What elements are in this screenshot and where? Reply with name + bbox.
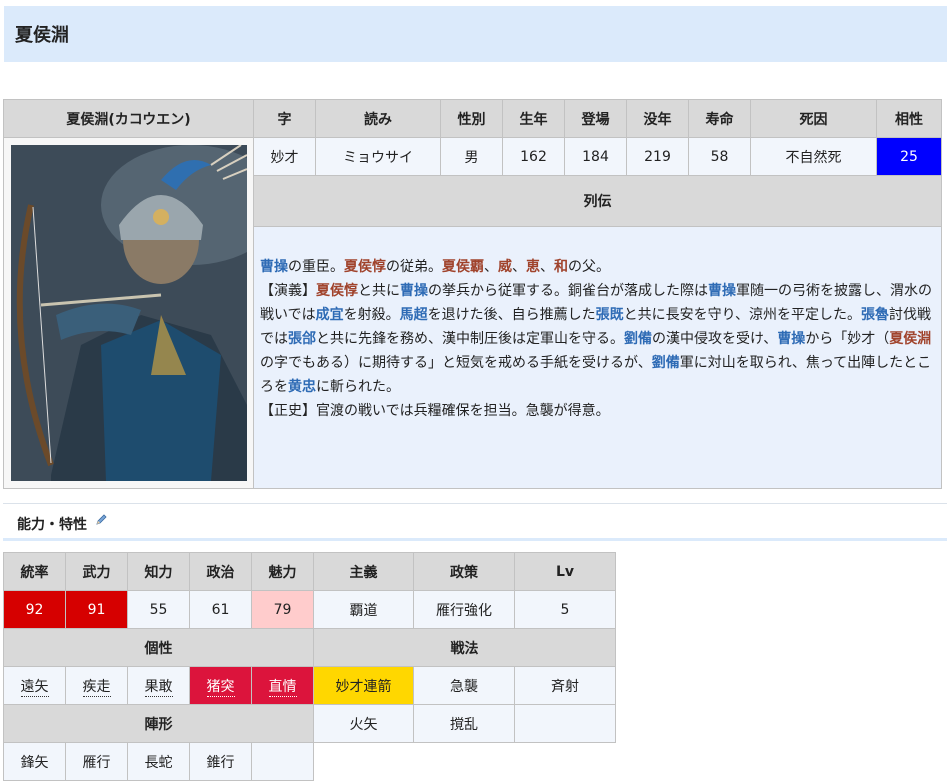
ideology-value: 覇道 xyxy=(313,590,414,629)
header-birth: 生年 xyxy=(502,99,565,138)
header-charisma: 魅力 xyxy=(251,552,314,591)
page-title: 夏侯淵 xyxy=(4,6,947,62)
gender-value: 男 xyxy=(440,137,503,176)
link-xiahou-dun[interactable]: 夏侯惇 xyxy=(344,259,386,275)
tactics-header: 戦法 xyxy=(313,628,616,667)
link-xiahou-yuan[interactable]: 夏侯淵 xyxy=(889,331,931,347)
intelligence-value: 55 xyxy=(127,590,190,629)
link-hui[interactable]: 恵 xyxy=(526,259,540,275)
portrait-image xyxy=(11,145,247,481)
traits-header: 個性 xyxy=(3,628,314,667)
cause-value: 不自然死 xyxy=(750,137,877,176)
header-azana: 字 xyxy=(253,99,316,138)
charisma-value: 79 xyxy=(251,590,314,629)
header-death: 没年 xyxy=(626,99,689,138)
link-zhang-lu[interactable]: 張魯 xyxy=(861,307,889,323)
header-lifespan: 寿命 xyxy=(688,99,751,138)
link-liu-bei[interactable]: 劉備 xyxy=(624,331,652,347)
link-cao-cao-4[interactable]: 曹操 xyxy=(777,331,805,347)
bio-line-1: 曹操の重臣。夏侯惇の従弟。夏侯覇、威、恵、和の父。 xyxy=(260,259,610,275)
header-politics: 政治 xyxy=(189,552,252,591)
link-xiahou-dun-2[interactable]: 夏侯惇 xyxy=(316,283,358,299)
reading-value: ミョウサイ xyxy=(315,137,441,176)
tactic-4: 火矢 xyxy=(313,704,414,743)
header-intelligence: 知力 xyxy=(127,552,190,591)
header-policy: 政策 xyxy=(413,552,515,591)
formation-empty xyxy=(251,742,314,781)
portrait-cell xyxy=(3,137,254,489)
formation-3: 長蛇 xyxy=(127,742,190,781)
profile-table: 夏侯淵(カコウエン) 字 読み 性別 生年 登場 没年 寿命 死因 相性 妙才 … xyxy=(3,99,942,489)
stats-table: 統率 武力 知力 政治 魅力 主義 政策 Lv 92 91 55 61 79 覇… xyxy=(3,552,616,781)
link-cheng-yi[interactable]: 成宜 xyxy=(316,307,344,323)
link-cao-cao-2[interactable]: 曹操 xyxy=(400,283,428,299)
bio-line-2: 【演義】夏侯惇と共に曹操の挙兵から従軍する。銅雀台が落成した際は曹操軍随一の弓術… xyxy=(260,283,932,395)
trait-2[interactable]: 疾走 xyxy=(65,666,128,705)
biography: 曹操の重臣。夏侯惇の従弟。夏侯覇、威、恵、和の父。 【演義】夏侯惇と共に曹操の挙… xyxy=(253,226,942,489)
lifespan-value: 58 xyxy=(688,137,751,176)
formation-header: 陣形 xyxy=(3,704,314,743)
header-leadership: 統率 xyxy=(3,552,66,591)
link-zhang-he[interactable]: 張郃 xyxy=(288,331,316,347)
tactic-5: 撹乱 xyxy=(413,704,515,743)
header-level: Lv xyxy=(514,552,616,591)
link-zhang-ji[interactable]: 張既 xyxy=(596,307,624,323)
trait-1[interactable]: 遠矢 xyxy=(3,666,66,705)
archer-illustration xyxy=(11,145,247,481)
tactic-empty xyxy=(514,704,616,743)
header-cause: 死因 xyxy=(750,99,877,138)
link-he[interactable]: 和 xyxy=(554,259,568,275)
link-cao-cao[interactable]: 曹操 xyxy=(260,259,288,275)
link-xiahou-ba[interactable]: 夏侯覇 xyxy=(442,259,484,275)
section-abilities-title: 能力・特性 xyxy=(3,503,947,541)
header-gender: 性別 xyxy=(440,99,503,138)
header-war: 武力 xyxy=(65,552,128,591)
bio-line-3: 【正史】官渡の戦いでは兵糧確保を担当。急襲が得意。 xyxy=(260,403,610,419)
link-ma-chao[interactable]: 馬超 xyxy=(400,307,428,323)
link-cao-cao-3[interactable]: 曹操 xyxy=(708,283,736,299)
link-huang-zhong[interactable]: 黄忠 xyxy=(288,379,316,395)
header-ideology: 主義 xyxy=(313,552,414,591)
birth-value: 162 xyxy=(502,137,565,176)
tactic-unique: 妙才連箭 xyxy=(313,666,414,705)
affinity-value: 25 xyxy=(876,137,942,176)
azana-value: 妙才 xyxy=(253,137,316,176)
politics-value: 61 xyxy=(189,590,252,629)
formation-2: 雁行 xyxy=(65,742,128,781)
tactic-3: 斉射 xyxy=(514,666,616,705)
stats-blank xyxy=(313,742,616,781)
formation-1: 鋒矢 xyxy=(3,742,66,781)
trait-4[interactable]: 猪突 xyxy=(189,666,252,705)
header-reading: 読み xyxy=(315,99,441,138)
policy-value: 雁行強化 xyxy=(413,590,515,629)
debut-value: 184 xyxy=(564,137,627,176)
level-value: 5 xyxy=(514,590,616,629)
header-affinity: 相性 xyxy=(876,99,942,138)
tactic-2: 急襲 xyxy=(413,666,515,705)
header-name: 夏侯淵(カコウエン) xyxy=(3,99,254,138)
death-value: 219 xyxy=(626,137,689,176)
trait-5[interactable]: 直情 xyxy=(251,666,314,705)
trait-3[interactable]: 果敢 xyxy=(127,666,190,705)
pencil-icon[interactable] xyxy=(95,514,107,526)
bio-header: 列伝 xyxy=(253,175,942,227)
link-liu-bei-2[interactable]: 劉備 xyxy=(652,355,680,371)
formation-4: 錐行 xyxy=(189,742,252,781)
link-wei[interactable]: 威 xyxy=(498,259,512,275)
leadership-value: 92 xyxy=(3,590,66,629)
header-debut: 登場 xyxy=(564,99,627,138)
war-value: 91 xyxy=(65,590,128,629)
